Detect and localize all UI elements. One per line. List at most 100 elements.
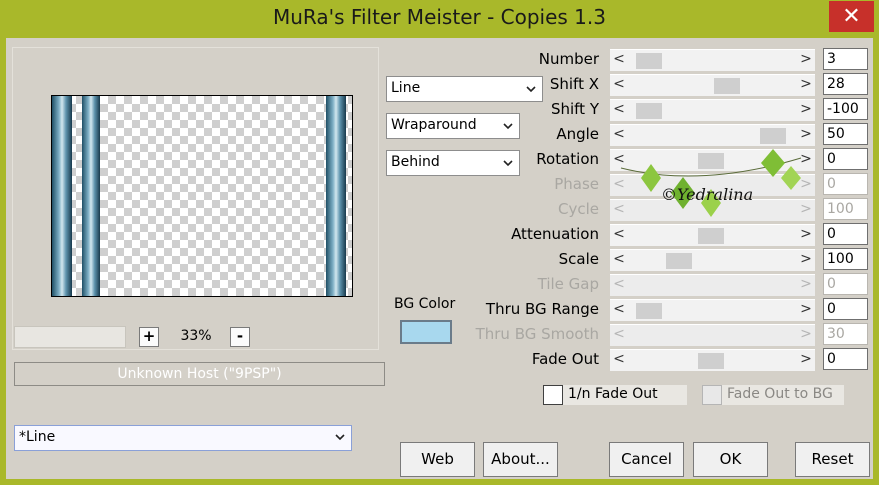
chevron-right-icon[interactable]: > (799, 126, 813, 142)
param-slider: < > (610, 324, 815, 346)
param-slider[interactable]: < > (610, 99, 815, 121)
param-label: Thru BG Range (485, 300, 599, 318)
fade-1n-label[interactable]: 1/n Fade Out (563, 385, 687, 405)
chevron-left-icon[interactable]: < (612, 126, 626, 142)
close-icon: ✕ (842, 4, 861, 29)
chevron-right-icon[interactable]: > (799, 76, 813, 92)
param-label: Number (538, 50, 599, 68)
param-slider[interactable]: < > (610, 149, 815, 171)
chevron-left-icon[interactable]: < (612, 151, 626, 167)
chevron-left-icon[interactable]: < (612, 101, 626, 117)
param-label: Rotation (536, 150, 599, 168)
slider-thumb[interactable] (698, 353, 724, 369)
slider-thumb[interactable] (714, 78, 740, 94)
param-label: Phase (554, 175, 599, 193)
fade-bg-checkbox[interactable] (702, 385, 722, 405)
param-value-field[interactable]: 28 (823, 73, 868, 95)
param-slider: < > (610, 199, 815, 221)
preset-value: *Line (19, 429, 56, 445)
chevron-left-icon[interactable]: < (612, 301, 626, 317)
param-slider[interactable]: < > (610, 124, 815, 146)
preview-stripe (326, 96, 346, 296)
param-label: Attenuation (511, 225, 599, 243)
preset-select[interactable]: *Line (14, 425, 352, 451)
param-slider: < > (610, 174, 815, 196)
param-slider[interactable]: < > (610, 49, 815, 71)
param-label: Scale (558, 250, 599, 268)
param-slider[interactable]: < > (610, 249, 815, 271)
chevron-right-icon: > (800, 176, 812, 192)
zoom-spacer (14, 326, 126, 348)
param-label: Thru BG Smooth (475, 325, 599, 343)
slider-thumb[interactable] (636, 303, 662, 319)
close-button[interactable]: ✕ (829, 1, 874, 32)
slider-thumb[interactable] (666, 253, 692, 269)
zoom-out-button[interactable]: - (230, 327, 250, 347)
param-value-field[interactable]: -100 (823, 98, 868, 120)
slider-thumb[interactable] (636, 103, 662, 119)
param-value-field: 0 (823, 273, 868, 295)
preview-canvas[interactable] (51, 95, 353, 297)
slider-thumb[interactable] (698, 153, 724, 169)
chevron-left-icon: < (613, 201, 625, 217)
chevron-right-icon[interactable]: > (799, 151, 813, 167)
chevron-right-icon[interactable]: > (799, 226, 813, 242)
param-slider[interactable]: < > (610, 224, 815, 246)
chevron-right-icon: > (800, 201, 812, 217)
param-slider[interactable]: < > (610, 299, 815, 321)
chevron-left-icon[interactable]: < (612, 76, 626, 92)
preview-stripe (82, 96, 100, 296)
chevron-left-icon: < (613, 326, 625, 342)
param-label: Shift X (549, 75, 599, 93)
chevron-left-icon[interactable]: < (612, 351, 626, 367)
cancel-button[interactable]: Cancel (609, 442, 684, 477)
param-label: Shift Y (550, 100, 599, 118)
param-value-field[interactable]: 3 (823, 48, 868, 70)
param-label: Fade Out (531, 350, 599, 368)
filter-dialog: MuRa's Filter Meister - Copies 1.3 ✕ + 3… (0, 0, 879, 485)
chevron-right-icon[interactable]: > (799, 301, 813, 317)
param-value-field[interactable]: 0 (823, 223, 868, 245)
zoom-level: 33% (180, 328, 212, 344)
param-label: Angle (556, 125, 599, 143)
param-value-field[interactable]: 100 (823, 248, 868, 270)
reset-button[interactable]: Reset (795, 442, 870, 477)
slider-thumb[interactable] (760, 128, 786, 144)
chevron-right-icon[interactable]: > (799, 351, 813, 367)
chevron-down-icon (335, 434, 345, 441)
param-label: Tile Gap (537, 275, 599, 293)
chevron-left-icon[interactable]: < (612, 51, 626, 67)
preview-stripe (52, 96, 72, 296)
title-bar: MuRa's Filter Meister - Copies 1.3 ✕ (0, 0, 879, 38)
slider-thumb[interactable] (698, 228, 724, 244)
param-value-field: 30 (823, 323, 868, 345)
param-slider: < > (610, 274, 815, 296)
chevron-right-icon[interactable]: > (799, 251, 813, 267)
slider-thumb[interactable] (636, 53, 662, 69)
chevron-right-icon[interactable]: > (799, 51, 813, 67)
dialog-body: + 33% - Unknown Host ("9PSP") *Line Line… (6, 38, 873, 479)
fade-bg-label[interactable]: Fade Out to BG (722, 385, 844, 405)
chevron-left-icon: < (613, 276, 625, 292)
chevron-left-icon[interactable]: < (612, 251, 626, 267)
param-value-field[interactable]: 0 (823, 348, 868, 370)
param-label: Cycle (558, 200, 599, 218)
param-slider[interactable]: < > (610, 349, 815, 371)
window-title: MuRa's Filter Meister - Copies 1.3 (273, 5, 606, 29)
param-value-field[interactable]: 0 (823, 148, 868, 170)
param-value-field: 0 (823, 173, 868, 195)
web-button[interactable]: Web (400, 442, 475, 477)
about-button[interactable]: About... (483, 442, 558, 477)
fade-1n-checkbox[interactable] (543, 385, 563, 405)
zoom-in-button[interactable]: + (139, 327, 159, 347)
param-value-field: 100 (823, 198, 868, 220)
param-value-field[interactable]: 0 (823, 298, 868, 320)
chevron-right-icon[interactable]: > (799, 101, 813, 117)
host-status: Unknown Host ("9PSP") (14, 362, 385, 386)
chevron-left-icon[interactable]: < (612, 226, 626, 242)
param-value-field[interactable]: 50 (823, 123, 868, 145)
chevron-right-icon: > (800, 326, 812, 342)
chevron-left-icon: < (613, 176, 625, 192)
param-slider[interactable]: < > (610, 74, 815, 96)
ok-button[interactable]: OK (693, 442, 768, 477)
